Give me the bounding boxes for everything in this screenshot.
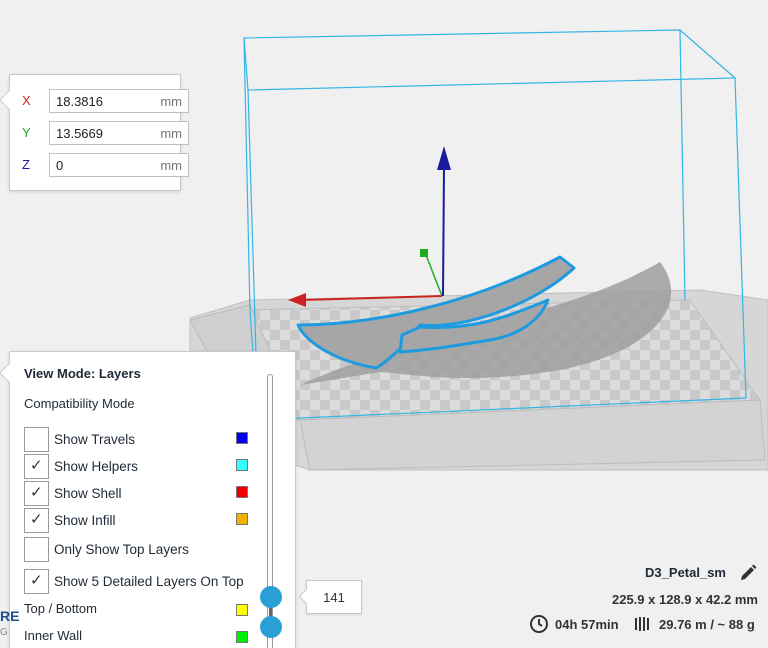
layer-slider-lower-handle[interactable]	[260, 616, 282, 638]
show-travels-option[interactable]: Show Travels	[24, 427, 254, 453]
x-unit: mm	[160, 94, 182, 109]
z-axis-label: Z	[22, 157, 30, 172]
material-usage: 29.76 m / ~ 88 g	[659, 617, 755, 632]
clock-icon	[530, 615, 548, 633]
logo-subtext: G	[0, 627, 8, 638]
spool-icon	[635, 617, 649, 631]
logo-text: RE	[0, 608, 20, 624]
only-top-layers-label: Only Show Top Layers	[54, 542, 189, 557]
layer-number-box[interactable]: 141	[298, 580, 362, 614]
check-icon: ✓	[30, 457, 43, 474]
check-icon: ✓	[30, 484, 43, 501]
compatibility-mode-label: Compatibility Mode	[24, 396, 135, 411]
shell-color-swatch	[236, 486, 248, 498]
y-row: Y 13.5669 mm	[22, 121, 189, 145]
x-position-input[interactable]: 18.3816 mm	[49, 89, 189, 113]
y-position-input[interactable]: 13.5669 mm	[49, 121, 189, 145]
only-top-layers-checkbox[interactable]	[24, 537, 49, 562]
z-unit: mm	[160, 158, 182, 173]
view-mode-panel: View Mode: Layers Compatibility Mode Sho…	[0, 351, 296, 648]
y-unit: mm	[160, 126, 182, 141]
layer-slider-upper-handle[interactable]	[260, 586, 282, 608]
show-travels-checkbox[interactable]	[24, 427, 49, 452]
show-travels-label: Show Travels	[54, 432, 136, 447]
object-name: D3_Petal_sm	[645, 565, 726, 580]
detailed-layers-label: Show 5 Detailed Layers On Top	[54, 574, 244, 589]
check-icon: ✓	[30, 511, 43, 528]
y-value[interactable]: 13.5669	[56, 126, 103, 141]
x-row: X 18.3816 mm	[22, 89, 189, 113]
infill-color-swatch	[236, 513, 248, 525]
z-position-input[interactable]: 0 mm	[49, 153, 189, 177]
show-infill-checkbox[interactable]: ✓	[24, 508, 49, 533]
show-shell-option[interactable]: ✓ Show Shell	[24, 481, 254, 507]
top-bottom-color-swatch	[236, 604, 248, 616]
travels-color-swatch	[236, 432, 248, 444]
show-shell-checkbox[interactable]: ✓	[24, 481, 49, 506]
z-value[interactable]: 0	[56, 158, 63, 173]
legend-inner-wall: Inner Wall	[24, 628, 83, 643]
view-mode-title: View Mode: Layers	[24, 366, 141, 381]
helpers-color-swatch	[236, 459, 248, 471]
show-helpers-checkbox[interactable]: ✓	[24, 454, 49, 479]
check-icon: ✓	[30, 572, 43, 589]
pencil-icon[interactable]	[738, 563, 758, 583]
legend-top-bottom: Top / Bottom	[24, 601, 97, 616]
z-row: Z 0 mm	[22, 153, 189, 177]
x-axis-label: X	[22, 93, 31, 108]
object-dimensions: 225.9 x 128.9 x 42.2 mm	[611, 592, 758, 607]
only-top-layers-option[interactable]: Only Show Top Layers	[24, 537, 254, 563]
inner-wall-color-swatch	[236, 631, 248, 643]
show-infill-option[interactable]: ✓ Show Infill	[24, 508, 254, 534]
y-axis-label: Y	[22, 125, 31, 140]
axis-gizmo[interactable]	[288, 146, 451, 307]
show-shell-label: Show Shell	[54, 486, 122, 501]
detailed-layers-checkbox[interactable]: ✓	[24, 569, 49, 594]
show-helpers-label: Show Helpers	[54, 459, 139, 474]
detailed-layers-option[interactable]: ✓ Show 5 Detailed Layers On Top	[24, 569, 254, 595]
current-layer-number[interactable]: 141	[307, 590, 361, 605]
show-infill-label: Show Infill	[54, 513, 116, 528]
show-helpers-option[interactable]: ✓ Show Helpers	[24, 454, 254, 480]
x-value[interactable]: 18.3816	[56, 94, 103, 109]
transform-panel: X 18.3816 mm Y 13.5669 mm Z 0 mm	[0, 74, 189, 191]
print-time: 04h 57min	[555, 617, 619, 632]
